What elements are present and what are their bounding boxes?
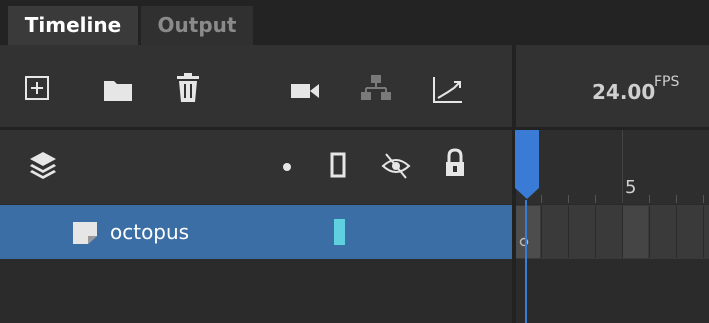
camera-icon[interactable]: [290, 81, 320, 101]
frame-cell-divider: [595, 206, 596, 258]
frame-cell-divider: [676, 206, 677, 258]
fps-value[interactable]: 24.00: [592, 80, 655, 104]
ruler-tick-major: [622, 130, 623, 203]
lock-icon[interactable]: [443, 148, 467, 180]
frames-empty: [516, 260, 709, 323]
frame-cell-5[interactable]: [622, 206, 648, 258]
trash-icon[interactable]: [176, 73, 200, 103]
layer-outline-color[interactable]: [334, 219, 345, 245]
fps-unit: FPS: [654, 74, 680, 90]
add-layer-icon[interactable]: [24, 75, 50, 101]
empty-keyframe-icon: [519, 237, 529, 247]
frame-cell-divider: [541, 206, 542, 258]
layer-name[interactable]: octopus: [110, 220, 189, 244]
frame-cell-divider: [649, 206, 650, 258]
playhead-line: [525, 200, 527, 323]
outline-icon[interactable]: [330, 152, 348, 180]
frame-cell-divider: [568, 206, 569, 258]
frame-ruler[interactable]: [516, 130, 709, 204]
keyframe-cell[interactable]: [516, 206, 540, 258]
ruler-tick: [676, 195, 677, 203]
frame-number-label: 5: [625, 177, 637, 198]
ruler-tick: [568, 195, 569, 203]
tab-output[interactable]: Output: [141, 6, 253, 45]
layers-icon: [30, 152, 56, 179]
folder-icon[interactable]: [103, 78, 133, 102]
layer-icon: [73, 222, 97, 244]
layer-parenting-icon[interactable]: [361, 74, 393, 104]
ruler-tick: [649, 195, 650, 203]
ruler-tick: [541, 195, 542, 203]
layer-frames-row[interactable]: [516, 205, 709, 259]
ruler-tick: [703, 195, 704, 203]
frame-cell-divider: [703, 206, 704, 258]
playhead-handle[interactable]: [514, 130, 540, 200]
layer-header: [0, 130, 512, 204]
dot-icon[interactable]: [281, 161, 293, 173]
layer-list-empty: [0, 260, 512, 323]
tab-timeline[interactable]: Timeline: [8, 6, 138, 45]
frame-cell-divider: [622, 206, 623, 258]
graph-icon[interactable]: [432, 76, 464, 104]
hide-eye-icon[interactable]: [380, 150, 412, 182]
ruler-tick: [595, 195, 596, 203]
